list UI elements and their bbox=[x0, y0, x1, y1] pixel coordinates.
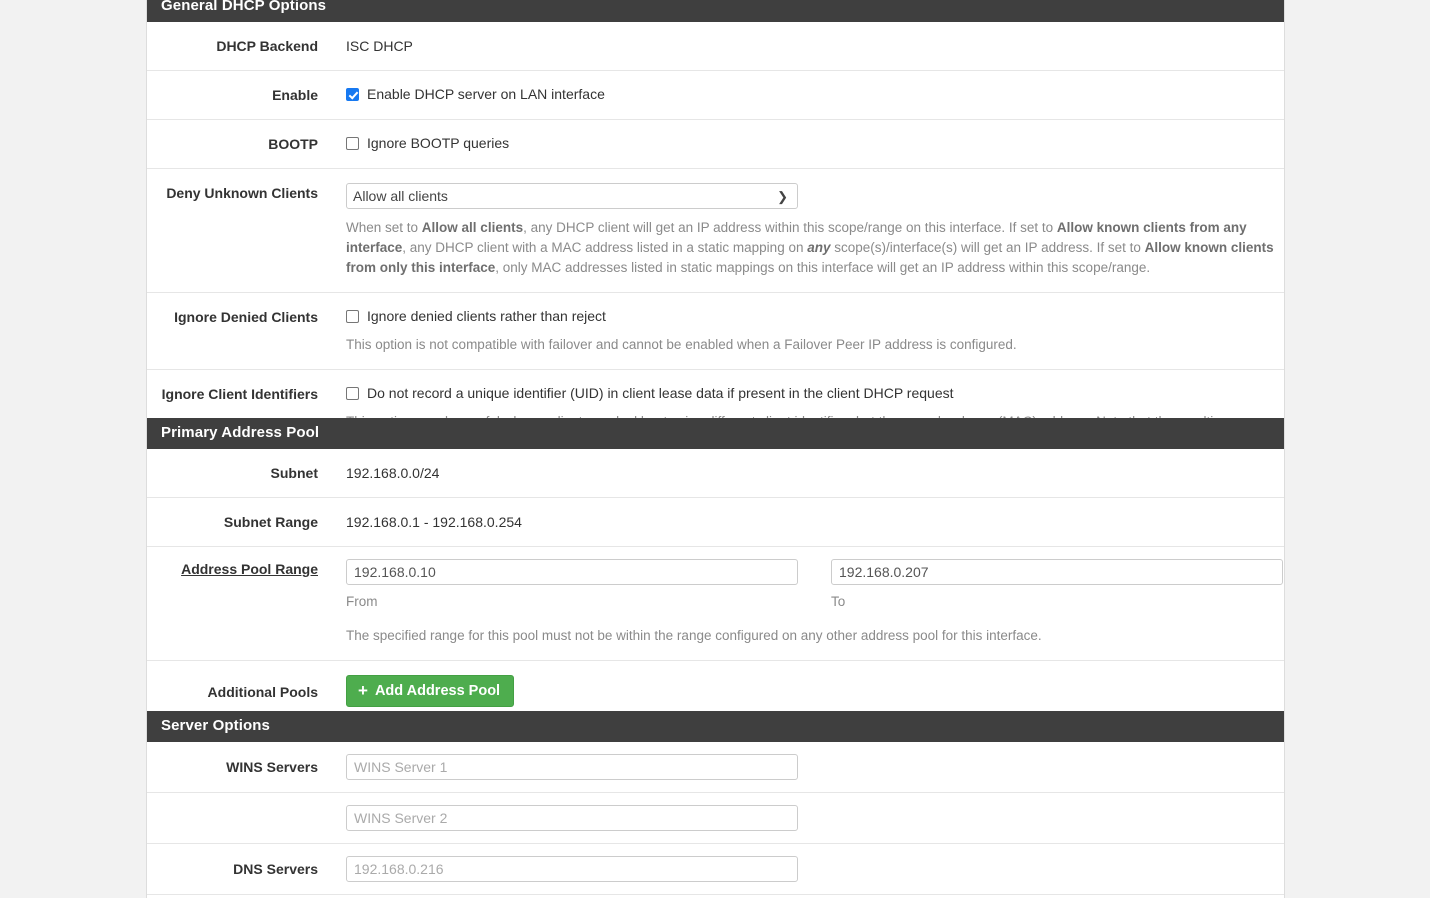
label-subnet: Subnet bbox=[147, 463, 318, 483]
panel-primary-address-pool: Primary Address Pool Subnet 192.168.0.0/… bbox=[146, 418, 1285, 755]
ignore-bootp-checkbox-row[interactable]: Ignore BOOTP queries bbox=[346, 134, 1274, 153]
address-pool-to-input[interactable] bbox=[831, 559, 1283, 585]
enable-dhcp-label: Enable DHCP server on LAN interface bbox=[367, 85, 605, 104]
label-enable: Enable bbox=[147, 85, 318, 105]
ignore-bootp-label: Ignore BOOTP queries bbox=[367, 134, 509, 153]
panel-server-options: Server Options WINS Servers DNS Servers bbox=[146, 711, 1285, 898]
label-address-pool-range: Address Pool Range bbox=[147, 559, 318, 579]
plus-icon: + bbox=[358, 684, 368, 698]
label-ignore-client-identifiers: Ignore Client Identifiers bbox=[147, 384, 318, 404]
dns-server-1-input[interactable] bbox=[346, 856, 798, 882]
ignore-client-ids-checkbox[interactable] bbox=[346, 387, 359, 400]
help-address-pool-range: The specified range for this pool must n… bbox=[346, 626, 1283, 646]
ignore-denied-checkbox[interactable] bbox=[346, 310, 359, 323]
row-bootp: BOOTP Ignore BOOTP queries bbox=[147, 120, 1284, 169]
label-ignore-denied-clients: Ignore Denied Clients bbox=[147, 307, 318, 327]
label-dns-servers: DNS Servers bbox=[147, 856, 318, 879]
row-enable: Enable Enable DHCP server on LAN interfa… bbox=[147, 71, 1284, 120]
help-ignore-denied-clients: This option is not compatible with failo… bbox=[346, 335, 1274, 355]
address-pool-from-sublabel: From bbox=[346, 592, 798, 612]
enable-dhcp-checkbox-row[interactable]: Enable DHCP server on LAN interface bbox=[346, 85, 1274, 104]
address-pool-from-input[interactable] bbox=[346, 559, 798, 585]
panel-title-server-options: Server Options bbox=[147, 711, 1284, 742]
row-dns-server-1: DNS Servers bbox=[147, 844, 1284, 895]
wins-server-2-input[interactable] bbox=[346, 805, 798, 831]
ignore-bootp-checkbox[interactable] bbox=[346, 137, 359, 150]
add-address-pool-button[interactable]: + Add Address Pool bbox=[346, 675, 514, 707]
ignore-denied-label: Ignore denied clients rather than reject bbox=[367, 307, 606, 326]
wins-server-1-input[interactable] bbox=[346, 754, 798, 780]
row-wins-server-2 bbox=[147, 793, 1284, 844]
row-address-pool-range: Address Pool Range From To The specified… bbox=[147, 547, 1284, 661]
label-subnet-range: Subnet Range bbox=[147, 512, 318, 532]
value-dhcp-backend: ISC DHCP bbox=[346, 38, 413, 54]
ignore-client-ids-label: Do not record a unique identifier (UID) … bbox=[367, 384, 954, 403]
row-wins-server-1: WINS Servers bbox=[147, 742, 1284, 793]
address-pool-to-group: To bbox=[831, 559, 1283, 612]
help-deny-unknown-clients: When set to Allow all clients, any DHCP … bbox=[346, 218, 1274, 278]
enable-dhcp-checkbox[interactable] bbox=[346, 88, 359, 101]
deny-unknown-select-wrap: Allow all clients ❯ bbox=[346, 183, 798, 209]
add-address-pool-label: Add Address Pool bbox=[375, 683, 500, 699]
row-subnet: Subnet 192.168.0.0/24 bbox=[147, 449, 1284, 498]
panel-title-general: General DHCP Options bbox=[147, 0, 1284, 22]
panel-general-dhcp-options: General DHCP Options DHCP Backend ISC DH… bbox=[146, 0, 1285, 467]
label-deny-unknown-clients: Deny Unknown Clients bbox=[147, 183, 318, 203]
label-wins-servers: WINS Servers bbox=[147, 754, 318, 777]
dhcp-settings-page: General DHCP Options DHCP Backend ISC DH… bbox=[0, 0, 1430, 898]
panel-title-primary-pool: Primary Address Pool bbox=[147, 418, 1284, 449]
ignore-denied-checkbox-row[interactable]: Ignore denied clients rather than reject bbox=[346, 307, 1274, 326]
ignore-client-ids-checkbox-row[interactable]: Do not record a unique identifier (UID) … bbox=[346, 384, 1274, 403]
deny-unknown-clients-select[interactable]: Allow all clients bbox=[346, 183, 798, 209]
label-bootp: BOOTP bbox=[147, 134, 318, 154]
label-additional-pools: Additional Pools bbox=[147, 675, 318, 702]
row-deny-unknown-clients: Deny Unknown Clients Allow all clients ❯… bbox=[147, 169, 1284, 293]
value-subnet: 192.168.0.0/24 bbox=[346, 465, 439, 481]
address-pool-from-group: From bbox=[346, 559, 798, 612]
row-subnet-range: Subnet Range 192.168.0.1 - 192.168.0.254 bbox=[147, 498, 1284, 547]
address-pool-to-sublabel: To bbox=[831, 592, 1283, 612]
label-dhcp-backend: DHCP Backend bbox=[147, 36, 318, 56]
value-subnet-range: 192.168.0.1 - 192.168.0.254 bbox=[346, 514, 522, 530]
address-pool-range-fields: From To bbox=[346, 559, 1283, 612]
row-ignore-denied-clients: Ignore Denied Clients Ignore denied clie… bbox=[147, 293, 1284, 370]
row-dhcp-backend: DHCP Backend ISC DHCP bbox=[147, 22, 1284, 71]
